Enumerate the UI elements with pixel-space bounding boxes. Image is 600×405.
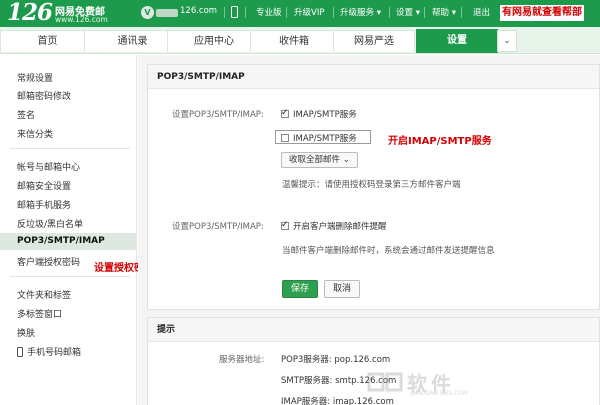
- receive-mail-select[interactable]: 收取全部邮件 ⌄: [281, 152, 358, 168]
- section-title: 提示: [148, 318, 599, 342]
- divider: [224, 7, 225, 18]
- section-title: POP3/SMTP/IMAP: [148, 65, 599, 89]
- sidebar-item-mail-classify[interactable]: 来信分类: [17, 127, 53, 140]
- account-domain[interactable]: 126.com: [180, 6, 217, 16]
- sidebar-item-general[interactable]: 常规设置: [17, 71, 53, 84]
- divider: [245, 7, 246, 18]
- tab-app-center[interactable]: 应用中心: [167, 30, 261, 52]
- divider: [286, 7, 287, 18]
- sidebar-item-multi-tab[interactable]: 多标签窗口: [17, 307, 62, 320]
- hint-text: 当邮件客户端删除邮件时，系统会通过邮件发送提醒信息: [282, 246, 495, 256]
- checkbox-checked-icon[interactable]: [281, 220, 289, 230]
- upgrade-service-menu[interactable]: 升级服务 ▾: [340, 6, 381, 18]
- watermark-subtext: JIAN DAN BBS.COM: [411, 390, 468, 397]
- settings-menu[interactable]: 设置 ▾: [396, 6, 420, 18]
- tab-inbox[interactable]: 收件箱: [250, 30, 338, 52]
- sidebar-item-client-auth-password[interactable]: 客户端授权密码: [17, 255, 80, 268]
- tab-settings[interactable]: 设置: [416, 29, 498, 53]
- mobile-phone-icon: [17, 347, 23, 357]
- sidebar-item-mobile-service[interactable]: 邮箱手机服务: [17, 198, 71, 211]
- imap-smtp-option[interactable]: IMAP/SMTP服务: [281, 132, 357, 144]
- pro-edition-link[interactable]: 专业版: [256, 6, 282, 18]
- setting-label: 设置POP3/SMTP/IMAP:: [172, 222, 264, 232]
- sidebar-item-signature[interactable]: 签名: [17, 108, 35, 121]
- brand-logo[interactable]: 126 网易免费邮 www.126.com: [7, 0, 117, 26]
- sidebar-item-account-center[interactable]: 帐号与邮箱中心: [17, 160, 80, 173]
- pop3-settings-panel: POP3/SMTP/IMAP 设置POP3/SMTP/IMAP: IMAP/SM…: [147, 64, 600, 310]
- tabs-more-button[interactable]: ⌄: [497, 30, 517, 52]
- divider: [389, 7, 390, 18]
- divider: [461, 7, 462, 18]
- option-label: IMAP/SMTP服务: [293, 134, 357, 144]
- logo-number: 126: [7, 0, 53, 26]
- sidebar-item-password[interactable]: 邮箱密码修改: [17, 89, 71, 102]
- delete-reminder-option[interactable]: 开启客户端删除邮件提醒: [281, 220, 387, 232]
- sidebar-item-skin[interactable]: 换肤: [17, 326, 35, 339]
- divider: [10, 276, 130, 277]
- imap-smtp-option-checked[interactable]: IMAP/SMTP服务: [281, 108, 357, 120]
- sidebar-item-pop3-smtp-imap[interactable]: POP3/SMTP/IMAP: [0, 233, 137, 250]
- sidebar-item-security[interactable]: 邮箱安全设置: [17, 179, 71, 192]
- logout-link[interactable]: 退出: [473, 6, 490, 18]
- help-menu[interactable]: 帮助 ▾: [432, 6, 456, 18]
- sidebar-item-folders-tags[interactable]: 文件夹和标签: [17, 288, 71, 301]
- divider: [424, 7, 425, 18]
- sidebar-item-antispam[interactable]: 反垃圾/黑白名单: [17, 217, 83, 230]
- save-button[interactable]: 保存: [282, 280, 318, 298]
- hint-text: 温馨提示：请使用授权码登录第三方邮件客户端: [282, 180, 461, 190]
- watermark-logo-icon: [367, 372, 403, 392]
- setting-label: 设置POP3/SMTP/IMAP:: [172, 110, 264, 120]
- tab-home[interactable]: 首页: [0, 30, 95, 52]
- upgrade-vip-link[interactable]: 升级VIP: [294, 6, 324, 18]
- divider: [333, 7, 334, 18]
- cancel-button[interactable]: 取消: [324, 280, 360, 298]
- sidebar-item-label: 手机号码邮箱: [27, 348, 82, 358]
- main-content: POP3/SMTP/IMAP 设置POP3/SMTP/IMAP: IMAP/SM…: [138, 55, 600, 405]
- option-label: IMAP/SMTP服务: [293, 110, 357, 120]
- account-avatar[interactable]: V: [141, 6, 154, 19]
- account-name-redacted: [156, 9, 178, 17]
- checkbox-icon[interactable]: [281, 134, 289, 142]
- tab-yanxuan[interactable]: 网易严选: [333, 30, 415, 52]
- settings-sidebar: 常规设置 邮箱密码修改 签名 来信分类 帐号与邮箱中心 邮箱安全设置 邮箱手机服…: [0, 55, 137, 405]
- imap-callout: 开启IMAP/SMTP服务: [388, 136, 492, 147]
- logo-url: www.126.com: [55, 15, 108, 24]
- option-label: 开启客户端删除邮件提醒: [293, 222, 387, 232]
- top-bar: 126 网易免费邮 www.126.com V 126.com 专业版 升级VI…: [0, 0, 600, 27]
- pop3-server: POP3服务器: pop.126.com: [281, 355, 391, 365]
- sidebar-item-phone-mailbox[interactable]: 手机号码邮箱: [17, 345, 81, 358]
- divider: [10, 148, 130, 149]
- help-callout: 有网易就查看帮部: [500, 5, 584, 21]
- site-watermark: 软件 JIAN DAN BBS.COM: [367, 368, 487, 398]
- server-label: 服务器地址:: [219, 355, 265, 365]
- mobile-icon[interactable]: [231, 6, 238, 18]
- checkbox-checked-icon[interactable]: [281, 108, 289, 118]
